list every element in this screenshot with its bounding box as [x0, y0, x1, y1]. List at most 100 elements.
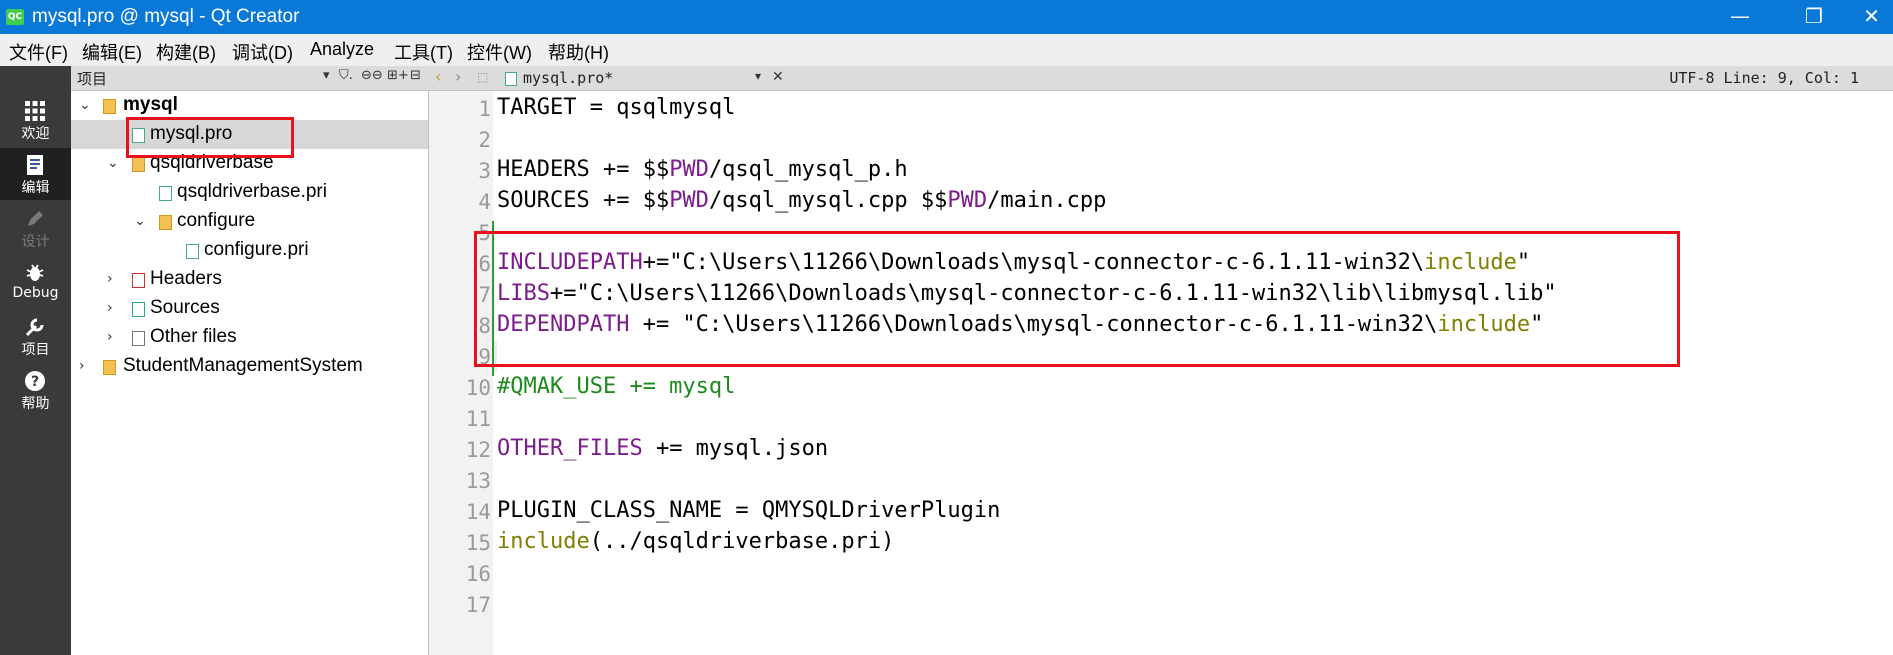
- close-button[interactable]: ✕: [1850, 0, 1893, 34]
- link-editor-icon[interactable]: ⊖⊖: [361, 68, 383, 83]
- project-folder-icon: [103, 99, 116, 114]
- maximize-button[interactable]: ❐: [1788, 0, 1840, 34]
- tree-item-label: StudentManagementSystem: [123, 355, 363, 376]
- tree-item-qsqldriverbase-pri[interactable]: qsqldriverbase.pri: [71, 178, 428, 207]
- help-icon: ?: [25, 371, 45, 391]
- line-number: 17: [465, 593, 491, 617]
- line-number-gutter: 1 2 3 4 5 6 7 8 9 10 11 12 13 14 15 16 1…: [429, 91, 493, 655]
- project-folder-icon: [103, 360, 116, 375]
- close-panel-icon[interactable]: ⊟: [410, 68, 421, 83]
- tree-item-mysql[interactable]: ⌄ mysql: [71, 91, 428, 120]
- menu-edit[interactable]: 编辑(E): [82, 39, 142, 65]
- file-dropdown-icon[interactable]: ▾: [755, 69, 761, 83]
- tree-item-sources[interactable]: › Sources: [71, 294, 428, 323]
- code-line-3: HEADERS += $$PWD/qsql_mysql_p.h: [497, 157, 908, 182]
- headers-folder-icon: [132, 273, 145, 288]
- menu-bar: 文件(F) 编辑(E) 构建(B) 调试(D) Analyze 工具(T) 控件…: [0, 34, 1893, 67]
- expand-arrow-icon[interactable]: ⌄: [79, 97, 91, 113]
- view-dropdown-icon[interactable]: ▾: [323, 68, 330, 83]
- menu-tools[interactable]: 工具(T): [394, 39, 453, 65]
- menu-controls[interactable]: 控件(W): [467, 39, 532, 65]
- project-folder-icon: [159, 215, 172, 230]
- expand-arrow-icon[interactable]: ⌄: [134, 213, 146, 229]
- line-number: 16: [465, 562, 491, 586]
- split-icon[interactable]: ⊞+: [387, 68, 409, 83]
- nav-back-icon[interactable]: ‹: [435, 67, 441, 86]
- line-number: 15: [465, 531, 491, 555]
- code-line-15: include(../qsqldriverbase.pri): [497, 529, 895, 554]
- expand-arrow-icon[interactable]: ⌄: [107, 155, 119, 171]
- tree-item-label: Other files: [150, 326, 237, 347]
- minimize-button[interactable]: —: [1714, 0, 1766, 34]
- editor-toolbar: ‹ › ⬚ mysql.pro* ▾ ✕ UTF-8 Line: 9, Col:…: [429, 66, 1893, 91]
- mode-help[interactable]: ? 帮助: [0, 364, 71, 416]
- tree-item-configure-pri[interactable]: configure.pri: [71, 236, 428, 265]
- tree-item-label: configure: [177, 210, 256, 231]
- project-folder-icon: [132, 157, 145, 172]
- mode-design[interactable]: 设计: [0, 202, 71, 254]
- tree-item-headers[interactable]: › Headers: [71, 265, 428, 294]
- code-line-4: SOURCES += $$PWD/qsql_mysql.cpp $$PWD/ma…: [497, 188, 1107, 213]
- tree-item-label: Headers: [150, 268, 222, 289]
- mode-label: 欢迎: [21, 126, 50, 142]
- code-line-12: OTHER_FILES += mysql.json: [497, 436, 829, 461]
- other-files-folder-icon: [132, 331, 145, 346]
- code-line-1: TARGET = qsqlmysql: [497, 95, 736, 120]
- svg-text:?: ?: [31, 374, 39, 390]
- edit-doc-icon: [27, 155, 43, 175]
- expand-arrow-icon[interactable]: ›: [79, 358, 85, 374]
- wrench-icon: [25, 318, 44, 337]
- highlight-box-code: [474, 231, 1680, 367]
- file-tab[interactable]: mysql.pro*: [523, 69, 613, 87]
- mode-label: 编辑: [21, 180, 50, 196]
- line-number: 2: [478, 128, 491, 152]
- project-panel-toolbar: 项目 ▾ ⛉. ⊖⊖ ⊞+ ⊟: [71, 66, 429, 91]
- expand-arrow-icon[interactable]: ›: [107, 300, 113, 316]
- tree-item-configure[interactable]: ⌄ configure: [71, 207, 428, 236]
- highlight-box-tree: [126, 117, 294, 158]
- filter-icon[interactable]: ⛉.: [339, 68, 353, 83]
- menu-file[interactable]: 文件(F): [9, 39, 68, 65]
- bug-icon: [26, 264, 44, 281]
- cursor-status: UTF-8 Line: 9, Col: 1: [1669, 69, 1859, 87]
- pri-file-icon: [186, 244, 199, 259]
- line-number: 4: [478, 190, 491, 214]
- tree-item-label: Sources: [150, 297, 220, 318]
- window-title: mysql.pro @ mysql - Qt Creator: [32, 6, 300, 27]
- line-number: 12: [465, 438, 491, 462]
- pri-file-icon: [159, 186, 172, 201]
- pro-file-icon: [505, 72, 517, 86]
- menu-build[interactable]: 构建(B): [156, 39, 216, 65]
- mode-label: 帮助: [21, 396, 50, 412]
- grid-icon: [25, 101, 45, 121]
- mode-label: Debug: [12, 285, 59, 301]
- menu-help[interactable]: 帮助(H): [548, 39, 609, 65]
- title-bar: QC mysql.pro @ mysql - Qt Creator — ❐ ✕: [0, 0, 1893, 34]
- mode-debug[interactable]: Debug: [0, 256, 71, 308]
- project-tree: ⌄ mysql mysql.pro ⌄ qsqldriverbase qsqld…: [71, 91, 429, 655]
- project-panel-title: 项目: [77, 70, 108, 88]
- close-tab-icon[interactable]: ✕: [772, 69, 784, 85]
- menu-analyze[interactable]: Analyze: [310, 39, 374, 60]
- expand-arrow-icon[interactable]: ›: [107, 271, 113, 287]
- menu-debug[interactable]: 调试(D): [232, 39, 293, 65]
- line-number: 14: [465, 500, 491, 524]
- tree-item-label: qsqldriverbase.pri: [177, 181, 327, 202]
- mode-label: 设计: [21, 234, 50, 250]
- tree-item-studentmanagementsystem[interactable]: › StudentManagementSystem: [71, 352, 428, 381]
- mode-edit[interactable]: 编辑: [0, 148, 71, 200]
- line-number: 11: [465, 407, 491, 431]
- mode-welcome[interactable]: 欢迎: [0, 94, 71, 146]
- line-number: 3: [478, 159, 491, 183]
- expand-arrow-icon[interactable]: ›: [107, 329, 113, 345]
- mode-label: 项目: [21, 342, 50, 358]
- tree-item-label: mysql: [123, 94, 178, 115]
- nav-forward-icon[interactable]: ›: [455, 67, 461, 86]
- mode-projects[interactable]: 项目: [0, 310, 71, 362]
- pencil-icon: [28, 211, 43, 226]
- mode-sidebar: 欢迎 编辑 设计 Debug 项目 ? 帮助: [0, 66, 71, 655]
- tree-item-other-files[interactable]: › Other files: [71, 323, 428, 352]
- sources-folder-icon: [132, 302, 145, 317]
- code-editor[interactable]: TARGET = qsqlmysql HEADERS += $$PWD/qsql…: [497, 91, 1893, 655]
- qt-logo-icon: QC: [6, 9, 24, 25]
